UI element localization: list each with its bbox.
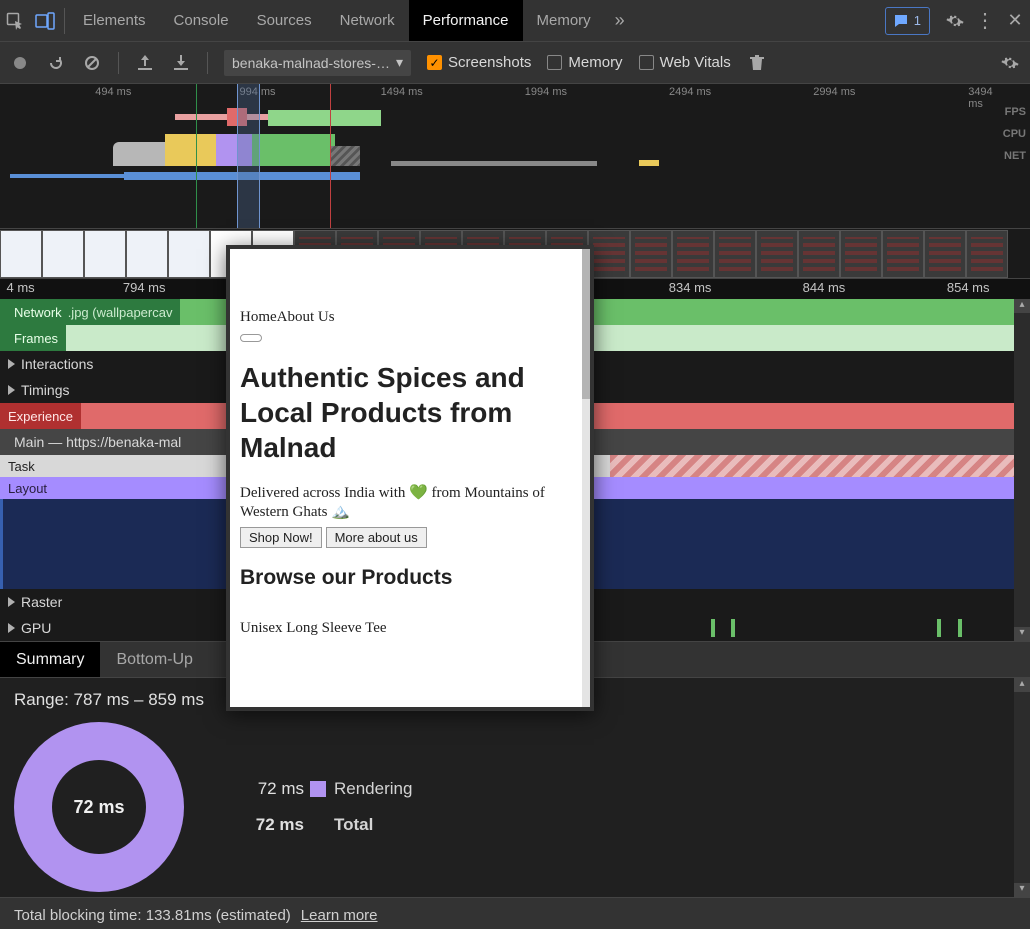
save-profile-icon[interactable] <box>171 53 191 73</box>
preview-scrollbar <box>582 249 590 707</box>
tab-summary[interactable]: Summary <box>0 642 100 677</box>
inspect-icon[interactable] <box>0 0 30 42</box>
chevron-down-icon: ▾ <box>396 54 403 71</box>
filmstrip-frame[interactable] <box>630 230 672 278</box>
record-icon[interactable] <box>10 53 30 73</box>
garbage-collect-icon[interactable] <box>747 53 767 73</box>
filmstrip-frame[interactable] <box>126 230 168 278</box>
panel-tabs: Elements Console Sources Network Perform… <box>69 0 881 41</box>
tab-performance[interactable]: Performance <box>409 0 523 41</box>
issues-count: 1 <box>914 13 921 28</box>
filmstrip-frame[interactable] <box>756 230 798 278</box>
preview-shop-button: Shop Now! <box>240 527 322 548</box>
preview-about-button: More about us <box>326 527 427 548</box>
load-profile-icon[interactable] <box>135 53 155 73</box>
details-scrollbar[interactable]: ▴ ▾ <box>1014 678 1030 897</box>
device-toggle-icon[interactable] <box>30 0 60 42</box>
capture-settings-icon[interactable] <box>1000 53 1020 73</box>
tab-memory[interactable]: Memory <box>523 0 605 41</box>
memory-checkbox[interactable]: Memory <box>547 54 622 71</box>
preview-toggle <box>240 334 262 342</box>
filmstrip-frame[interactable] <box>42 230 84 278</box>
clear-icon[interactable] <box>82 53 102 73</box>
summary-legend: 72 ms Rendering 72 ms Total <box>244 779 444 835</box>
overview-selection[interactable] <box>237 84 260 228</box>
close-devtools-icon[interactable]: ✕ <box>1000 0 1030 42</box>
kebab-menu-icon[interactable]: ⋮ <box>970 0 1000 42</box>
recording-select[interactable]: benaka-malnad-stores-… ▾ <box>224 50 411 76</box>
performance-toolbar: benaka-malnad-stores-… ▾ Screenshots Mem… <box>0 42 1030 84</box>
filmstrip-frame[interactable] <box>84 230 126 278</box>
learn-more-link[interactable]: Learn more <box>301 907 378 924</box>
donut-chart: 72 ms <box>14 722 184 892</box>
filmstrip-frame[interactable] <box>966 230 1008 278</box>
filmstrip-frame[interactable] <box>0 230 42 278</box>
overview-timeline[interactable]: 494 ms 994 ms 1494 ms 1994 ms 2494 ms 29… <box>0 84 1030 229</box>
filmstrip-frame[interactable] <box>672 230 714 278</box>
tab-sources[interactable]: Sources <box>243 0 326 41</box>
filmstrip-frame[interactable] <box>588 230 630 278</box>
filmstrip-frame[interactable] <box>840 230 882 278</box>
webvitals-checkbox[interactable]: Web Vitals <box>639 54 731 71</box>
filmstrip-frame[interactable] <box>798 230 840 278</box>
tab-console[interactable]: Console <box>160 0 243 41</box>
tab-elements[interactable]: Elements <box>69 0 160 41</box>
tab-network[interactable]: Network <box>326 0 409 41</box>
settings-icon[interactable] <box>940 0 970 42</box>
flamechart-scrollbar[interactable]: ▴ ▾ <box>1014 299 1030 641</box>
filmstrip-frame[interactable] <box>168 230 210 278</box>
issues-badge[interactable]: 1 <box>885 7 930 35</box>
filmstrip-frame[interactable] <box>714 230 756 278</box>
recording-name: benaka-malnad-stores-… <box>232 55 390 71</box>
filmstrip-frame[interactable] <box>924 230 966 278</box>
screenshot-preview: HomeAbout Us Authentic Spices and Local … <box>226 245 594 711</box>
tab-bottom-up[interactable]: Bottom-Up <box>100 642 208 677</box>
screenshots-checkbox[interactable]: Screenshots <box>427 54 531 71</box>
filmstrip-frame[interactable] <box>882 230 924 278</box>
status-footer: Total blocking time: 133.81ms (estimated… <box>0 897 1030 929</box>
devtools-tabbar: Elements Console Sources Network Perform… <box>0 0 1030 42</box>
reload-record-icon[interactable] <box>46 53 66 73</box>
more-tabs-icon[interactable]: » <box>605 0 635 42</box>
